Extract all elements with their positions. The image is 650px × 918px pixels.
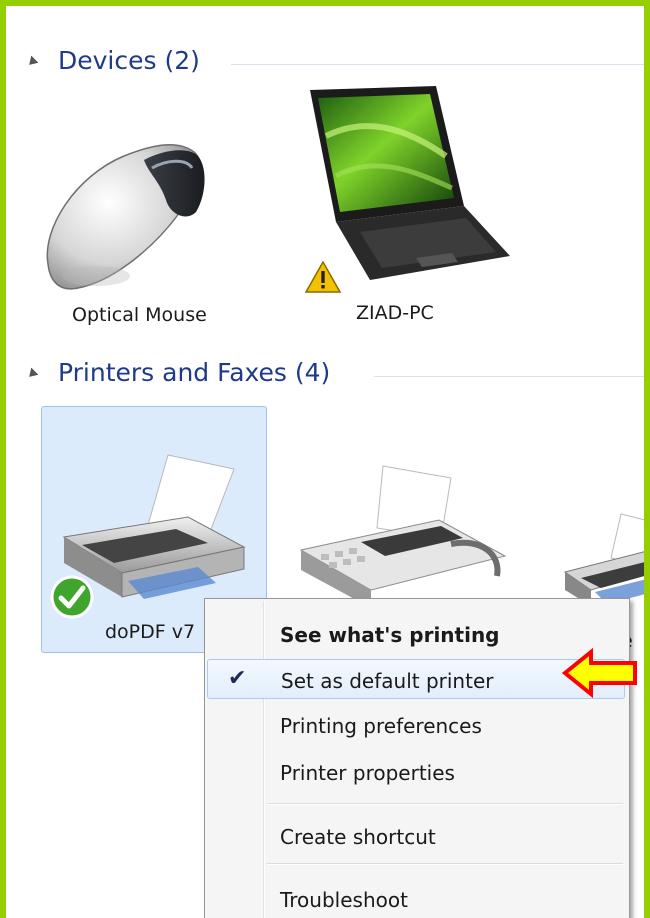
fax-icon (299, 465, 507, 608)
annotation-arrow-icon (561, 648, 637, 698)
menu-separator (267, 863, 623, 865)
checkmark-icon: ✔ (228, 666, 247, 691)
menu-item-label: Set as default printer (281, 669, 494, 693)
mouse-icon (46, 144, 205, 290)
menu-item-printing-preferences[interactable]: Printing preferences (207, 705, 625, 745)
devices-group-title: Devices (2) (58, 46, 200, 75)
menu-item-label: Printing preferences (280, 714, 482, 738)
context-menu: See what's printing ✔ Set as default pri… (204, 598, 630, 918)
device-tile-ziad-pc[interactable]: ZIAD-PC (296, 76, 516, 346)
default-check-icon (50, 575, 94, 619)
group-divider (374, 376, 644, 377)
group-divider (231, 64, 644, 65)
menu-item-label: See what's printing (280, 623, 500, 647)
collapse-triangle-icon[interactable] (25, 55, 39, 69)
menu-item-create-shortcut[interactable]: Create shortcut (207, 816, 625, 856)
menu-item-troubleshoot[interactable]: Troubleshoot (207, 879, 625, 918)
menu-separator (267, 803, 623, 805)
device-label: Optical Mouse (72, 304, 207, 326)
warning-icon (304, 260, 342, 293)
device-tile-optical-mouse[interactable]: Optical Mouse (36, 116, 236, 346)
printers-group-header[interactable]: Printers and Faxes (4) (6, 354, 644, 394)
printers-group-title: Printers and Faxes (4) (58, 358, 331, 387)
printer-label: doPDF v7 (105, 621, 196, 643)
menu-item-printer-properties[interactable]: Printer properties (207, 752, 625, 792)
printer-icon (563, 513, 644, 606)
device-label: ZIAD-PC (356, 302, 434, 324)
menu-item-label: Printer properties (280, 761, 455, 785)
collapse-triangle-icon[interactable] (25, 367, 39, 381)
menu-item-label: Create shortcut (280, 825, 436, 849)
devices-and-printers-window: Devices (2) Optical Mouse ZIAD-PC Printe… (6, 6, 644, 918)
printer-tile-fax[interactable] (291, 458, 521, 608)
menu-item-label: Troubleshoot (280, 888, 408, 912)
